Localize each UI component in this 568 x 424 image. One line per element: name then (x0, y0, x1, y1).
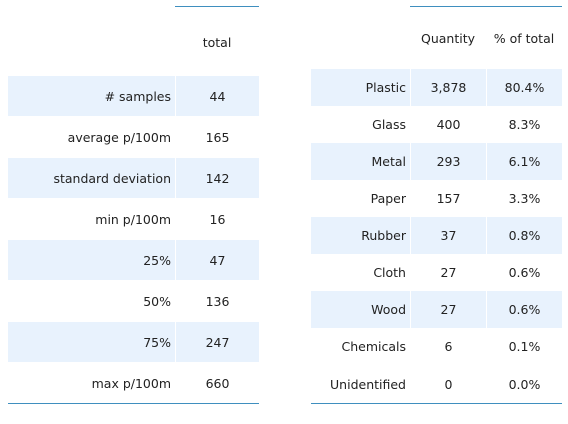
row-material: Wood (371, 302, 406, 317)
row-percent: 8.3% (486, 106, 562, 143)
row-material: Cloth (373, 265, 406, 280)
row-quantity: 37 (410, 217, 486, 254)
row-value: 44 (175, 76, 259, 116)
row-percent: 3.3% (486, 180, 562, 217)
row-value: 165 (175, 117, 259, 157)
row-material: Metal (371, 154, 406, 169)
row-quantity: 27 (410, 291, 486, 328)
table-row: 50% 136 (8, 281, 259, 321)
row-material: Paper (370, 191, 406, 206)
table-row: Paper 157 3.3% (311, 180, 562, 217)
table-row: Metal 293 6.1% (311, 143, 562, 180)
row-material: Rubber (361, 228, 406, 243)
row-material: Unidentified (330, 377, 406, 392)
row-quantity: 0 (410, 366, 486, 403)
material-table-bottom-rule (311, 403, 562, 404)
summary-header-label (8, 22, 175, 62)
table-row: Cloth 27 0.6% (311, 254, 562, 291)
row-value: 136 (175, 281, 259, 321)
row-percent: 0.1% (486, 328, 562, 365)
row-label: # samples (104, 88, 171, 104)
row-label: 75% (143, 334, 171, 350)
row-percent: 0.0% (486, 366, 562, 403)
table-row: Wood 27 0.6% (311, 291, 562, 328)
row-percent: 0.8% (486, 217, 562, 254)
table-row: Plastic 3,878 80.4% (311, 69, 562, 106)
row-value: 247 (175, 322, 259, 362)
summary-table: total # samples 44 average p/100m 165 st… (8, 0, 259, 410)
row-quantity: 6 (410, 328, 486, 365)
material-table: Quantity % of total Plastic 3,878 80.4% … (311, 0, 562, 410)
material-header-quantity: Quantity (420, 31, 476, 46)
table-row: min p/100m 16 (8, 199, 259, 239)
row-value: 16 (175, 199, 259, 239)
row-label: max p/100m (91, 375, 171, 391)
row-label: 50% (143, 293, 171, 309)
row-label: standard deviation (53, 170, 171, 186)
table-row: Unidentified 0 0.0% (311, 366, 562, 403)
row-quantity: 27 (410, 254, 486, 291)
row-label: 25% (143, 252, 171, 268)
row-value: 142 (175, 158, 259, 198)
table-row: 25% 47 (8, 240, 259, 280)
row-material: Chemicals (341, 339, 406, 354)
row-percent: 0.6% (486, 291, 562, 328)
table-row: standard deviation 142 (8, 158, 259, 198)
table-row: # samples 44 (8, 76, 259, 116)
table-row: average p/100m 165 (8, 117, 259, 157)
row-percent: 80.4% (486, 69, 562, 106)
summary-header-total: total (202, 34, 232, 50)
summary-table-bottom-rule (8, 403, 259, 404)
row-quantity: 400 (410, 106, 486, 143)
row-label: min p/100m (95, 211, 171, 227)
row-percent: 0.6% (486, 254, 562, 291)
row-quantity: 157 (410, 180, 486, 217)
summary-header-row: total (8, 22, 259, 62)
table-row: Rubber 37 0.8% (311, 217, 562, 254)
material-header-percent: % of total (493, 31, 555, 46)
row-quantity: 293 (410, 143, 486, 180)
table-row: Glass 400 8.3% (311, 106, 562, 143)
row-material: Plastic (365, 80, 406, 95)
summary-table-top-rule (175, 6, 259, 7)
row-value: 660 (175, 363, 259, 403)
material-header-row: Quantity % of total (311, 20, 562, 57)
row-quantity: 3,878 (410, 69, 486, 106)
row-percent: 6.1% (486, 143, 562, 180)
material-table-top-rule (410, 6, 562, 7)
table-row: max p/100m 660 (8, 363, 259, 403)
row-label: average p/100m (67, 129, 171, 145)
table-row: Chemicals 6 0.1% (311, 328, 562, 365)
material-header-label (311, 20, 410, 57)
table-row: 75% 247 (8, 322, 259, 362)
row-value: 47 (175, 240, 259, 280)
row-material: Glass (372, 117, 406, 132)
